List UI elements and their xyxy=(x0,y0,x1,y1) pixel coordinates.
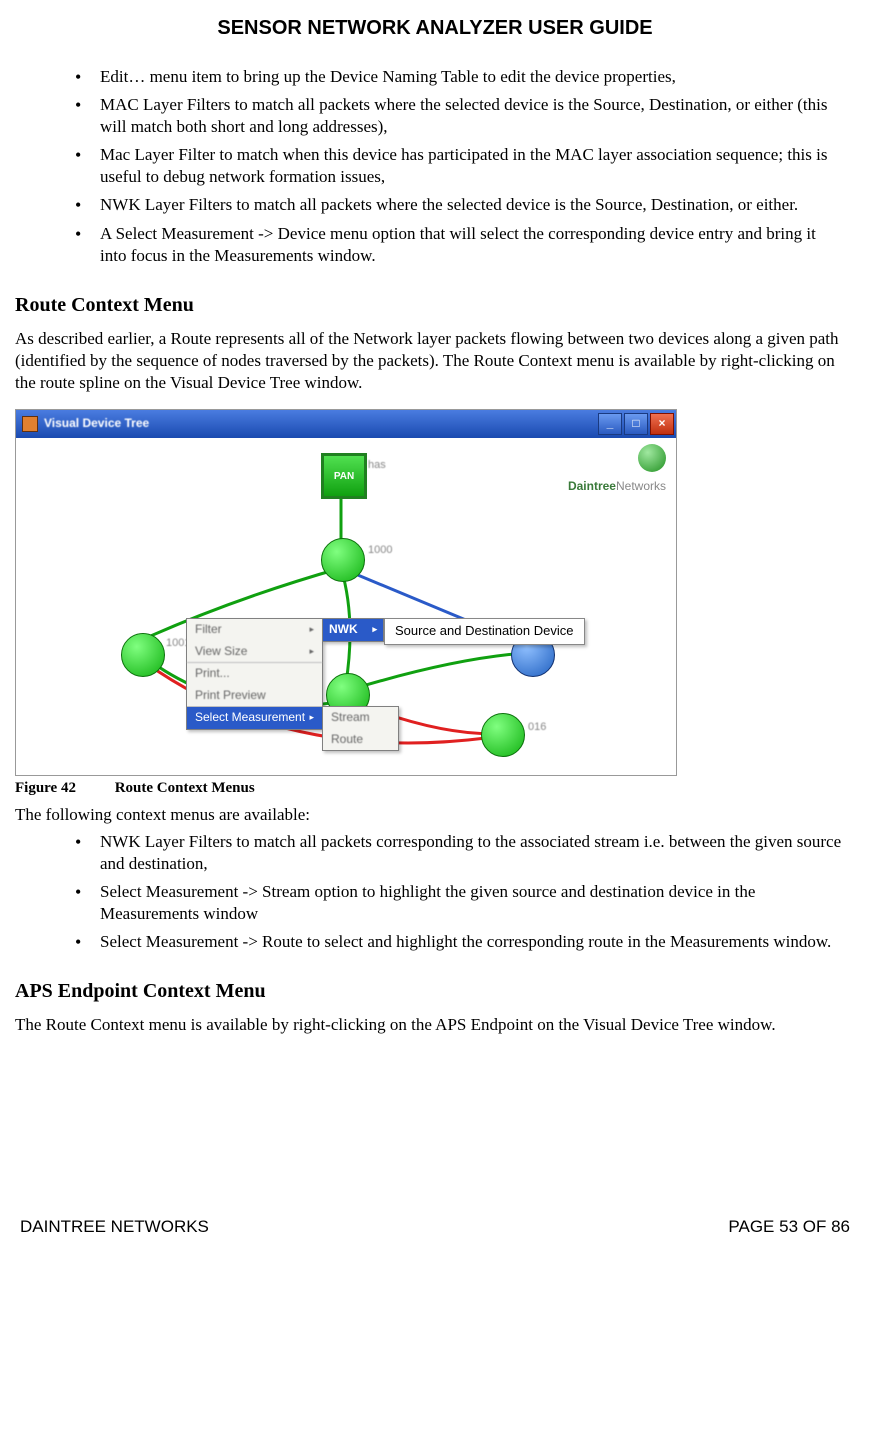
route-context-paragraph: As described earlier, a Route represents… xyxy=(15,328,855,394)
menu-item-selectmeasurement[interactable]: Select Measurement▸ xyxy=(187,706,322,729)
minimize-icon[interactable]: _ xyxy=(598,413,622,435)
list-item: Select Measurement -> Route to select an… xyxy=(75,931,845,953)
page-header-title: SENSOR NETWORK ANALYZER USER GUIDE xyxy=(15,15,855,41)
figure-title: Route Context Menus xyxy=(115,780,255,796)
menu-item-printpreview[interactable]: Print Preview xyxy=(187,685,322,707)
list-item: A Select Measurement -> Device menu opti… xyxy=(75,223,845,267)
device-node[interactable] xyxy=(321,538,365,582)
route-context-heading: Route Context Menu xyxy=(15,292,855,318)
footer-right: PAGE 53 OF 86 xyxy=(728,1216,850,1238)
context-menus-list: NWK Layer Filters to match all packets c… xyxy=(15,831,845,953)
device-node[interactable] xyxy=(121,633,165,677)
list-item: MAC Layer Filters to match all packets w… xyxy=(75,94,845,138)
window-controls: _ □ × xyxy=(598,413,676,435)
window-title: Visual Device Tree xyxy=(44,416,149,432)
device-tree-canvas[interactable]: DaintreeNetworks PAN has 1000 1001 016 F… xyxy=(16,438,676,775)
list-item: Select Measurement -> Stream option to h… xyxy=(75,881,845,925)
list-item: NWK Layer Filters to match all packets c… xyxy=(75,831,845,875)
visual-device-tree-screenshot: Visual Device Tree _ □ × DaintreeNetwork… xyxy=(15,409,677,776)
close-icon[interactable]: × xyxy=(650,413,674,435)
node-label: 016 xyxy=(528,720,546,734)
aps-endpoint-paragraph: The Route Context menu is available by r… xyxy=(15,1014,855,1036)
list-item: NWK Layer Filters to match all packets w… xyxy=(75,194,845,216)
menu-item-filter[interactable]: Filter▸ xyxy=(187,619,322,641)
menu-item-print[interactable]: Print... xyxy=(187,662,322,685)
submenu-item-route[interactable]: Route xyxy=(323,729,398,751)
list-item: Mac Layer Filter to match when this devi… xyxy=(75,144,845,188)
page-footer: DAINTREE NETWORKS PAGE 53 OF 86 xyxy=(15,1216,855,1238)
available-context-intro: The following context menus are availabl… xyxy=(15,804,855,826)
nwk-submenu[interactable]: Source and Destination Device xyxy=(384,618,585,645)
figure-caption: Figure 42 Route Context Menus xyxy=(15,779,855,799)
menu-item-viewsize[interactable]: View Size▸ xyxy=(187,641,322,663)
maximize-icon[interactable]: □ xyxy=(624,413,648,435)
submenu-item-nwk[interactable]: NWK▸ xyxy=(323,619,383,641)
node-label: 1000 xyxy=(368,543,392,557)
aps-endpoint-heading: APS Endpoint Context Menu xyxy=(15,978,855,1004)
window-titlebar: Visual Device Tree _ □ × xyxy=(16,410,676,438)
app-icon xyxy=(22,416,38,432)
footer-left: DAINTREE NETWORKS xyxy=(20,1216,209,1238)
device-node[interactable] xyxy=(481,713,525,757)
daintree-logo: DaintreeNetworks xyxy=(568,444,666,494)
node-label: has xyxy=(368,458,386,472)
route-context-menu[interactable]: Filter▸ View Size▸ Print... Print Previe… xyxy=(186,618,323,730)
pan-node[interactable]: PAN xyxy=(321,453,367,499)
submenu-item-stream[interactable]: Stream xyxy=(323,707,398,729)
top-bullet-list: Edit… menu item to bring up the Device N… xyxy=(15,66,845,267)
filter-submenu[interactable]: NWK▸ xyxy=(322,618,384,642)
figure-label: Figure 42 xyxy=(15,780,76,796)
list-item: Edit… menu item to bring up the Device N… xyxy=(75,66,845,88)
select-measurement-submenu[interactable]: Stream Route xyxy=(322,706,399,751)
submenu-item-source-dest[interactable]: Source and Destination Device xyxy=(395,623,574,638)
